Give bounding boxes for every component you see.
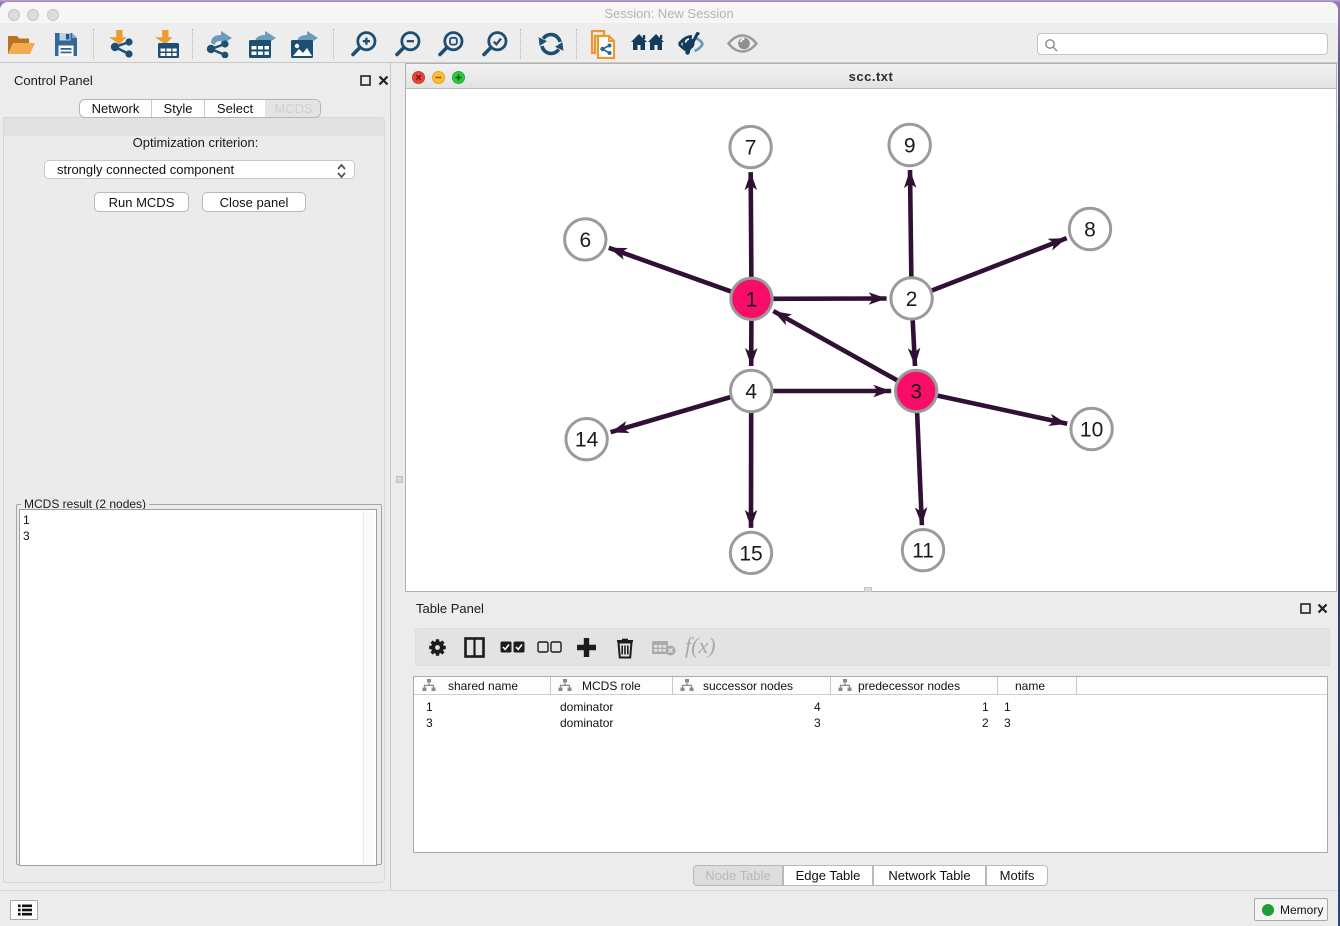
svg-text:4: 4 <box>745 381 757 404</box>
svg-text:1: 1 <box>746 288 758 311</box>
svg-text:9: 9 <box>904 135 916 158</box>
svg-text:15: 15 <box>739 542 762 565</box>
svg-text:8: 8 <box>1084 219 1096 242</box>
svg-text:11: 11 <box>912 540 934 563</box>
svg-text:3: 3 <box>910 381 922 404</box>
svg-text:10: 10 <box>1080 419 1103 442</box>
svg-text:14: 14 <box>575 429 599 452</box>
svg-text:2: 2 <box>906 288 918 311</box>
svg-text:7: 7 <box>745 137 757 160</box>
svg-text:6: 6 <box>579 229 591 252</box>
